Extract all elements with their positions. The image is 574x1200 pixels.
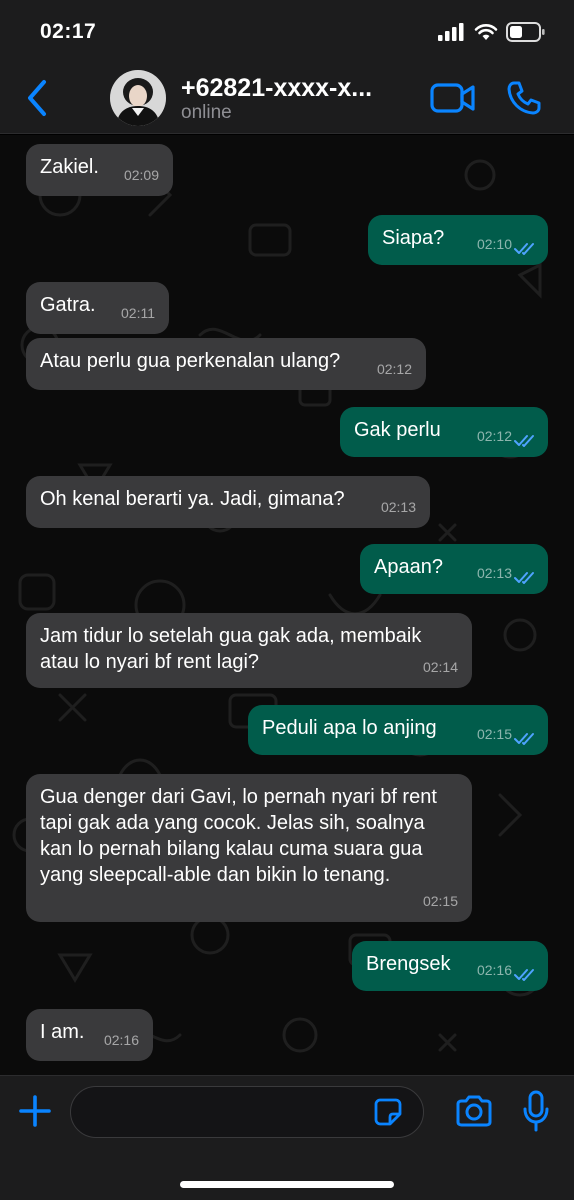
video-call-button[interactable] [430, 82, 476, 114]
read-receipt-icon [514, 435, 534, 447]
message-time: 02:10 [476, 236, 512, 252]
chat-header: +62821-xxxx-x... online [0, 64, 574, 134]
incoming-message[interactable]: I am. 02:16 [26, 1009, 153, 1061]
message-time: 02:14 [422, 659, 458, 675]
message-input[interactable] [70, 1086, 424, 1138]
microphone-button[interactable] [522, 1090, 550, 1132]
incoming-message[interactable]: Zakiel. 02:09 [26, 144, 173, 196]
message-text: Jam tidur lo setelah gua gak ada, membai… [40, 625, 422, 673]
read-receipt-icon [514, 572, 534, 584]
contact-name[interactable]: +62821-xxxx-x... [181, 74, 372, 103]
battery-icon [506, 22, 545, 42]
incoming-message[interactable]: Atau perlu gua perkenalan ulang? 02:12 [26, 338, 426, 390]
outgoing-message[interactable]: Siapa? 02:10 [368, 215, 548, 265]
chat-area[interactable]: Zakiel. 02:09 Siapa? 02:10 Gatra. 02:11 Atau p… [0, 135, 574, 1075]
message-time: 02:11 [121, 305, 155, 321]
message-text: Atau perlu gua perkenalan ulang? [40, 350, 341, 372]
incoming-message[interactable]: Gatra. 02:11 [26, 282, 169, 334]
incoming-message[interactable]: Gua denger dari Gavi, lo pernah nyari bf… [26, 774, 472, 922]
incoming-message[interactable]: Jam tidur lo setelah gua gak ada, membai… [26, 613, 472, 688]
message-time: 02:13 [476, 565, 512, 581]
top-bar: 02:17 +62821-xxxx-x... online [0, 0, 574, 134]
message-time: 02:12 [476, 428, 512, 444]
incoming-message[interactable]: Oh kenal berarti ya. Jadi, gimana? 02:13 [26, 476, 430, 528]
outgoing-message[interactable]: Peduli apa lo anjing 02:15 [248, 705, 548, 755]
message-time: 02:15 [476, 726, 512, 742]
outgoing-message[interactable]: Brengsek 02:16 [352, 941, 548, 991]
avatar-image [110, 70, 166, 126]
back-button[interactable] [22, 78, 52, 118]
message-time: 02:13 [380, 499, 416, 515]
read-receipt-icon [514, 243, 534, 255]
message-text: Gua denger dari Gavi, lo pernah nyari bf… [40, 786, 437, 886]
outgoing-message[interactable]: Apaan? 02:13 [360, 544, 548, 594]
chat-wallpaper [12, 159, 542, 1053]
attach-plus-button[interactable] [18, 1094, 52, 1128]
status-icons [438, 22, 546, 42]
read-receipt-icon [514, 969, 534, 981]
avatar[interactable] [110, 70, 166, 126]
message-time: 02:16 [103, 1032, 139, 1048]
home-indicator[interactable] [180, 1181, 394, 1188]
sticker-button[interactable] [374, 1098, 402, 1126]
camera-button[interactable] [455, 1094, 493, 1128]
status-time: 02:17 [40, 20, 97, 43]
read-receipt-icon [514, 733, 534, 745]
wifi-icon [474, 24, 498, 40]
contact-status: online [181, 102, 232, 123]
outgoing-message[interactable]: Gak perlu 02:12 [340, 407, 548, 457]
message-time: 02:12 [376, 361, 412, 377]
message-time: 02:09 [123, 167, 159, 183]
voice-call-button[interactable] [506, 80, 542, 116]
message-text: Oh kenal berarti ya. Jadi, gimana? [40, 488, 345, 510]
message-time: 02:16 [476, 962, 512, 978]
input-bar [0, 1075, 574, 1200]
message-time: 02:15 [422, 893, 458, 909]
signal-icon [438, 23, 464, 41]
